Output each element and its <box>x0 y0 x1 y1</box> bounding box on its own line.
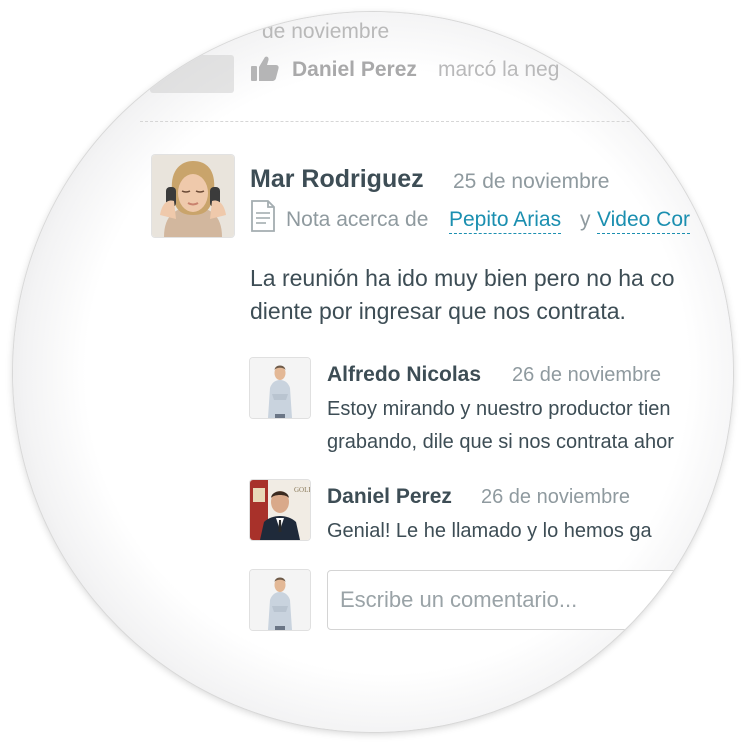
post-body: La reunión ha ido muy bien pero no ha co… <box>250 262 675 328</box>
comment-text-line-1: Estoy mirando y nuestro productor tien <box>327 398 671 420</box>
avatar <box>250 570 310 630</box>
avatar-current-user <box>250 570 310 630</box>
comment-date: 26 de noviembre <box>481 486 630 508</box>
avatar[interactable] <box>250 358 310 418</box>
post-author[interactable]: Mar Rodriguez <box>250 165 424 194</box>
comment-date: 26 de noviembre <box>512 364 661 386</box>
feed-content: de noviembre Daniel Perez marcó la neg M… <box>13 12 733 732</box>
faded-thumbnail <box>150 55 234 93</box>
comment-author[interactable]: Daniel Perez <box>327 485 452 509</box>
avatar[interactable] <box>152 155 234 237</box>
avatar-alfredo-nicolas <box>250 358 310 418</box>
avatar[interactable]: GOLF <box>250 480 310 540</box>
comment-text-line-1: Genial! Le he llamado y lo hemos ga <box>327 520 652 542</box>
post-body-line-1: La reunión ha ido muy bien pero no ha co <box>250 265 675 291</box>
faded-activity-user[interactable]: Daniel Perez <box>292 58 417 82</box>
comment-text: Genial! Le he llamado y lo hemos ga <box>327 515 652 548</box>
faded-activity-date: de noviembre <box>262 20 390 43</box>
link-video[interactable]: Video Cor <box>597 208 691 234</box>
note-prefix: Nota acerca de <box>286 208 429 231</box>
document-icon <box>251 200 275 232</box>
faded-activity-action: marcó la neg <box>438 58 560 81</box>
note-conjunction: y <box>580 208 591 231</box>
magnifier-lens: de noviembre Daniel Perez marcó la neg M… <box>13 12 733 732</box>
comment-text-line-2: grabando, dile que si nos contrata ahor <box>327 431 674 453</box>
svg-text:GOLF: GOLF <box>294 486 310 494</box>
comment-input-box[interactable] <box>327 570 733 630</box>
thumbs-up-icon <box>251 56 279 81</box>
comment-input[interactable] <box>328 571 733 629</box>
avatar-daniel-perez: GOLF <box>250 480 310 540</box>
avatar-mar-rodriguez <box>152 155 234 237</box>
link-pepito-arias[interactable]: Pepito Arias <box>449 208 562 234</box>
divider <box>140 121 733 122</box>
comment-author[interactable]: Alfredo Nicolas <box>327 363 481 387</box>
comment-text: Estoy mirando y nuestro productor tien g… <box>327 393 674 459</box>
post-date: 25 de noviembre <box>453 170 610 193</box>
post-body-line-2: diente por ingresar que nos contrata. <box>250 298 626 324</box>
